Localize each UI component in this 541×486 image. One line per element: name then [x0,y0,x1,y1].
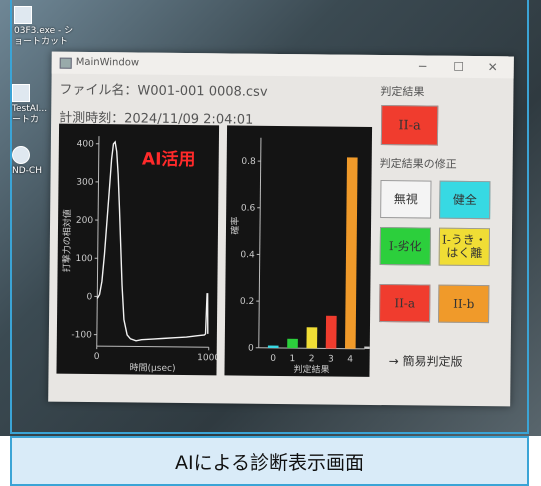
y-axis [258,137,262,348]
y-tick-label: 0 [248,344,254,354]
window-title: MainWindow [75,56,140,69]
result-title: 判定結果 [380,85,425,99]
float-peel-button[interactable]: I-うき・はく離 [438,227,491,267]
healthy-button[interactable]: 健全 [439,180,491,220]
x-tick-label: 1 [289,354,295,364]
app-icon [14,6,32,24]
photo-background: 03F3.exe - ショートカット TestAI...ートカ ND-CH Ma… [0,0,541,436]
waveform-line [96,140,209,342]
y-tick-label: 300 [76,178,94,188]
waveform-svg: 4003002001000-1000 1000時間(μsec)打撃力の相対値AI活… [61,136,220,374]
waveform-chart: 400 300 200 100 0 -100 0 1000 時間(μsec) 打撃力の相対値 AI活… [56,123,220,376]
ai-overlay-label: AI活用 [142,149,196,171]
x-tick-label: 2 [309,354,315,364]
close-button[interactable]: ✕ [478,58,508,76]
y-tick-label: 0.6 [241,204,256,214]
probability-bar [325,315,337,349]
x-tick-label: 4 [347,355,353,365]
window-app-icon [59,57,72,69]
y-tick-label: 100 [75,254,93,264]
y-tick-label: 0.2 [240,297,254,307]
x-tick-label: 1000 [197,353,219,363]
class-2a-button[interactable]: II-a [379,284,431,323]
x-tick-label: 0 [270,354,276,364]
desktop-icon-ndch[interactable]: ND-CH [12,146,50,177]
y-tick-label: 200 [76,216,94,226]
y-axis-label: 確率 [229,216,241,234]
probability-bar [344,157,358,349]
y-tick-label: 400 [77,139,95,149]
title-bar: MainWindow ─ ☐ ✕ [51,51,514,79]
probability-bar [364,346,375,349]
result-badge: II-a [380,105,439,146]
ignore-button[interactable]: 無視 [380,180,432,219]
y-axis-label: 打撃力の相対値 [61,209,74,272]
x-axis [96,345,209,348]
correction-title: 判定結果の修正 [379,157,457,171]
desktop-icon-label: TestAI...ートカ [12,104,48,125]
desktop-icon-label: ND-CH [12,166,42,176]
class-2b-button[interactable]: II-b [438,284,490,324]
file-name-label: ファイル名：W001-001 0008.csv [59,82,268,100]
minimize-button[interactable]: ─ [408,57,438,75]
maximize-button[interactable]: ☐ [444,58,474,76]
desktop-icon-testai[interactable]: TestAI...ートカ [12,84,50,126]
y-axis [96,136,100,347]
deterioration-button[interactable]: I-劣化 [379,227,432,266]
gear-icon [12,146,30,164]
y-tick-label: 0.8 [241,157,256,167]
main-window: MainWindow ─ ☐ ✕ ファイル名：W001-001 0008.csv… [48,51,514,407]
y-tick-label: 0.4 [240,250,255,260]
probability-bar [267,345,279,348]
y-tick-label: 0 [86,292,92,302]
caption: AIによる診断表示画面 [10,436,529,486]
x-tick-label: 3 [328,355,334,365]
app-icon [12,84,30,102]
probability-bar [287,338,298,349]
x-tick-label: 0 [94,352,100,362]
simple-version-link[interactable]: → 簡易判定版 [389,352,463,370]
probability-bar [306,327,318,349]
y-tick-label: -100 [71,330,92,340]
desktop-icon-label: 03F3.exe - ショートカット [14,26,74,47]
x-axis-label: 判定結果 [293,363,329,375]
x-axis-label: 時間(μsec) [130,362,176,373]
probability-chart: 0.8 0.6 0.4 0.2 0 0 1 2 3 4 判定結果 確率 [224,125,375,377]
probability-svg: 0.8 0.6 0.4 0.2 0 0 1 2 3 4 判定結果 確率 [229,137,375,376]
desktop-icon-shortcut[interactable]: 03F3.exe - ショートカット [14,6,74,48]
